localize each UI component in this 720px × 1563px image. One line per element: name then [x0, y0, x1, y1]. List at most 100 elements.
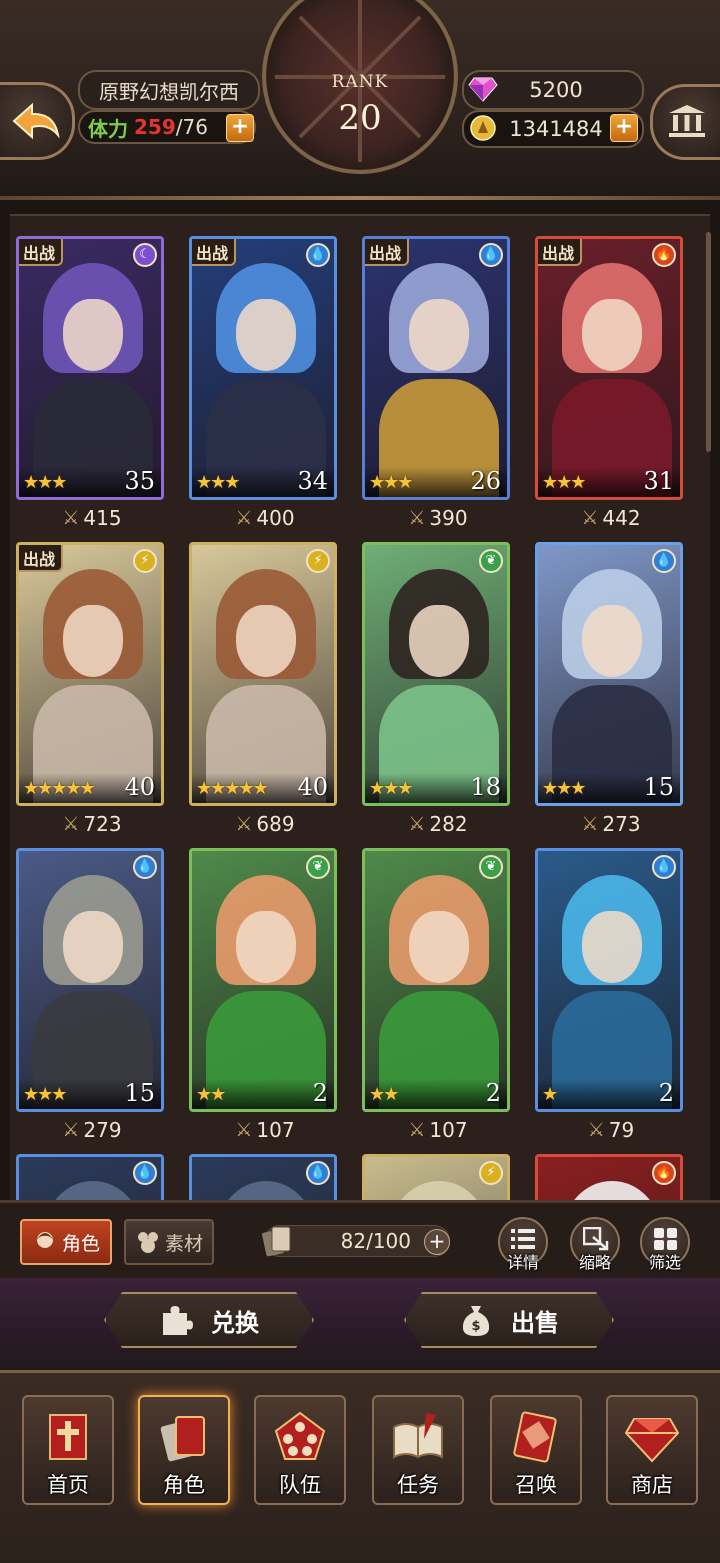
top-status-bar: 原野幻想凯尔西 体力 259 /76 + RANK 20 5200 134148… [0, 0, 720, 200]
character-card-cell[interactable]: ❦ ★★ 2 ⚔ 107 [362, 848, 514, 1144]
exchange-button[interactable]: 兑换 [104, 1292, 314, 1348]
character-grid[interactable]: 出战 ☾ ★★★ 35 ⚔ 415 出战 💧 ★★★ 34 ⚔ 400 出战 💧 ★★★ 26 ⚔ 390 出战 🔥 ★… [10, 214, 710, 1202]
character-card-cell[interactable]: ⚡ ★★★★★ 40 ⚔ 689 [189, 542, 341, 838]
tab-character[interactable]: 角色 [20, 1219, 112, 1265]
compact-label: 缩略 [578, 1253, 611, 1272]
archive-button[interactable] [650, 84, 720, 160]
character-card-cell[interactable]: 💧 ★★★ 15 ⚔ 279 [16, 848, 168, 1144]
character-level: 2 [485, 1079, 501, 1107]
nav-shop[interactable]: 商店 [606, 1395, 698, 1505]
nav-home[interactable]: 首页 [22, 1395, 114, 1505]
back-button[interactable] [0, 82, 75, 160]
deployed-tag: 出战 [365, 239, 410, 266]
character-card-cell[interactable]: ❦ ★★ 2 ⚔ 107 [189, 848, 341, 1144]
deployed-tag: 出战 [19, 239, 64, 266]
card-footer: ★★★★★ 40 [19, 773, 161, 803]
character-card[interactable]: 出战 💧 ★★★ 26 [362, 236, 510, 500]
character-card[interactable]: 🔥 [535, 1154, 683, 1202]
card-footer: ★★ 2 [365, 1079, 507, 1109]
nav-summon-label: 召唤 [515, 1473, 557, 1497]
star-rating: ★★★★★ [196, 778, 269, 799]
character-level: 40 [124, 773, 155, 801]
sell-button[interactable]: $ 出售 [404, 1292, 614, 1348]
nav-character[interactable]: 角色 [138, 1395, 230, 1505]
star-rating: ★★★ [196, 472, 240, 493]
character-level: 26 [470, 467, 501, 495]
character-card-cell[interactable]: 出战 ☾ ★★★ 35 ⚔ 415 [16, 236, 168, 532]
nav-quest[interactable]: 任务 [372, 1395, 464, 1505]
combat-power: ⚔ 282 [362, 810, 514, 838]
character-portrait [192, 851, 334, 1109]
character-card-cell[interactable]: 出战 ⚡ ★★★★★ 40 ⚔ 723 [16, 542, 168, 838]
tab-material[interactable]: 素材 [124, 1219, 214, 1265]
character-portrait [192, 545, 334, 803]
team-pentagon-icon [274, 1411, 326, 1460]
card-footer: ★★★ 34 [192, 467, 334, 497]
character-card-cell[interactable]: ⚡ [362, 1154, 514, 1202]
combat-power-value: 723 [83, 812, 122, 836]
filter-button[interactable]: 筛选 [640, 1217, 690, 1272]
character-level: 18 [470, 773, 501, 801]
expand-capacity-button[interactable]: + [424, 1229, 450, 1255]
character-card-cell[interactable]: 💧 [189, 1154, 341, 1202]
star-rating: ★★ [369, 1084, 399, 1105]
card-footer: ★★ 2 [192, 1079, 334, 1109]
gem-icon [468, 77, 498, 102]
combat-power-value: 79 [608, 1118, 635, 1142]
detail-button[interactable]: 详情 [498, 1217, 548, 1272]
character-card[interactable]: 💧 ★★★ 15 [16, 848, 164, 1112]
roster-toolbar: 角色 素材 82/100 + 详情 缩略 筛选 [0, 1200, 720, 1281]
list-icon [511, 1229, 535, 1249]
compact-button[interactable]: 缩略 [570, 1217, 620, 1272]
crossed-swords-icon: ⚔ [581, 507, 599, 529]
light-element-icon: ⚡ [306, 549, 330, 573]
character-card[interactable]: 💧 [189, 1154, 337, 1202]
combat-power: ⚔ 689 [189, 810, 341, 838]
character-card-cell[interactable]: 出战 💧 ★★★ 26 ⚔ 390 [362, 236, 514, 532]
character-card[interactable]: ⚡ ★★★★★ 40 [189, 542, 337, 806]
character-card-cell[interactable]: 💧 ★ 2 ⚔ 79 [535, 848, 687, 1144]
character-card[interactable]: 出战 🔥 ★★★ 31 [535, 236, 683, 500]
character-card[interactable]: 出战 💧 ★★★ 34 [189, 236, 337, 500]
add-stamina-button[interactable]: + [226, 114, 254, 142]
character-card-cell[interactable]: 💧 [16, 1154, 168, 1202]
combat-power-value: 442 [602, 506, 641, 530]
add-gold-button[interactable]: + [610, 114, 638, 142]
water-element-icon: 💧 [133, 1161, 157, 1185]
character-card[interactable]: 出战 ☾ ★★★ 35 [16, 236, 164, 500]
nav-team[interactable]: 队伍 [254, 1395, 346, 1505]
shop-gem-icon [624, 1418, 680, 1463]
action-band: 兑换 $ 出售 [0, 1278, 720, 1370]
gold-amount: 1341484 [509, 117, 603, 141]
character-card[interactable]: 出战 ⚡ ★★★★★ 40 [16, 542, 164, 806]
nav-quest-label: 任务 [397, 1473, 439, 1497]
character-card-cell[interactable]: ❦ ★★★ 18 ⚔ 282 [362, 542, 514, 838]
character-card[interactable]: 💧 [16, 1154, 164, 1202]
character-card[interactable]: ❦ ★★ 2 [362, 848, 510, 1112]
bottom-nav: 首页 角色 队伍 任务 召唤 商店 [0, 1370, 720, 1563]
character-portrait [365, 545, 507, 803]
combat-power-value: 107 [256, 1118, 295, 1142]
character-card[interactable]: 💧 ★ 2 [535, 848, 683, 1112]
grid-filter-icon [654, 1228, 677, 1250]
character-card-cell[interactable]: 💧 ★★★ 15 ⚔ 273 [535, 542, 687, 838]
gold-coin-icon [470, 115, 496, 141]
combat-power: ⚔ 723 [16, 810, 168, 838]
archive-building-icon [669, 105, 705, 137]
combat-power: ⚔ 107 [189, 1116, 341, 1144]
grid-scrollbar[interactable] [706, 232, 711, 452]
character-card[interactable]: ❦ ★★★ 18 [362, 542, 510, 806]
character-card[interactable]: 💧 ★★★ 15 [535, 542, 683, 806]
character-card-cell[interactable]: 🔥 [535, 1154, 687, 1202]
star-rating: ★★★ [23, 472, 67, 493]
gem-counter: 5200 [462, 70, 644, 110]
nav-summon[interactable]: 召唤 [490, 1395, 582, 1505]
character-level: 35 [124, 467, 155, 495]
combat-power: ⚔ 107 [362, 1116, 514, 1144]
card-footer: ★★★ 15 [19, 1079, 161, 1109]
character-card-cell[interactable]: 出战 💧 ★★★ 34 ⚔ 400 [189, 236, 341, 532]
character-card[interactable]: ⚡ [362, 1154, 510, 1202]
character-card[interactable]: ❦ ★★ 2 [189, 848, 337, 1112]
character-card-cell[interactable]: 出战 🔥 ★★★ 31 ⚔ 442 [535, 236, 687, 532]
deployed-tag: 出战 [192, 239, 237, 266]
